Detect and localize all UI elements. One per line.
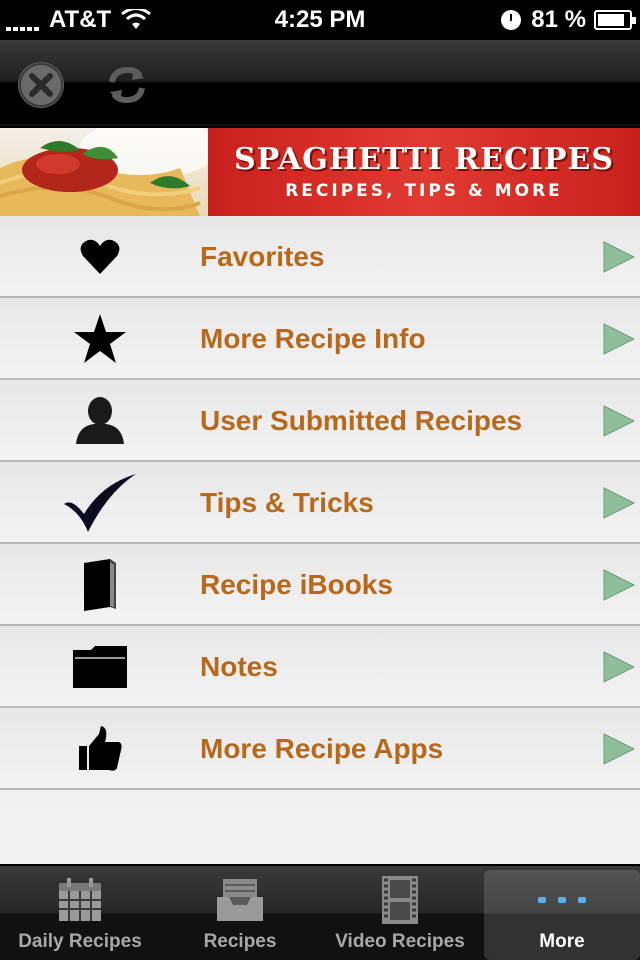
menu-item-recipe-ibooks[interactable]: Recipe iBooks — [0, 544, 640, 626]
menu-item-label: Tips & Tricks — [200, 487, 374, 518]
menu-item-label: Favorites — [200, 241, 325, 272]
book-icon — [60, 553, 140, 617]
tab-label: Recipes — [203, 931, 277, 952]
tab-label: Video Recipes — [335, 931, 465, 952]
menu-item-label: Recipe iBooks — [200, 569, 393, 600]
tab-more[interactable]: More — [484, 870, 640, 960]
menu-item-more-recipe-info[interactable]: More Recipe Info — [0, 298, 640, 380]
menu-item-tips-tricks[interactable]: Tips & Tricks — [0, 462, 640, 544]
menu-item-favorites[interactable]: Favorites — [0, 216, 640, 298]
chevron-right-icon — [603, 569, 636, 601]
menu-item-label: More Recipe Apps — [200, 733, 444, 764]
film-icon — [322, 870, 478, 930]
battery-icon — [594, 10, 636, 30]
star-icon — [60, 307, 140, 371]
tab-daily-recipes[interactable]: Daily Recipes — [2, 870, 158, 960]
battery-percent: 81 % — [531, 6, 586, 33]
menu-item-more-recipe-apps[interactable]: More Recipe Apps — [0, 708, 640, 790]
top-toolbar — [0, 40, 640, 126]
refresh-icon — [109, 66, 145, 104]
tab-label: More — [539, 931, 585, 952]
status-bar: AT&T 4:25 PM 81 % — [0, 0, 640, 40]
chevron-right-icon — [603, 405, 636, 437]
close-button[interactable] — [18, 62, 64, 108]
chevron-right-icon — [603, 323, 636, 355]
user-icon — [60, 389, 140, 453]
banner-title: SPAGHETTI RECIPES — [233, 142, 614, 177]
chevron-right-icon — [603, 241, 636, 273]
chevron-right-icon — [603, 733, 636, 765]
close-icon — [19, 63, 63, 107]
menu-item-user-submitted-recipes[interactable]: User Submitted Recipes — [0, 380, 640, 462]
inbox-icon — [162, 870, 318, 930]
tab-bar: Daily Recipes Recipes Video Recipes More — [0, 864, 640, 960]
more-icon — [484, 870, 640, 930]
menu-list: Favorites More Recipe Info User Submitte… — [0, 216, 640, 864]
menu-item-label: User Submitted Recipes — [200, 405, 523, 436]
menu-item-label: More Recipe Info — [200, 323, 426, 354]
banner-subtitle: RECIPES, TIPS & MORE — [285, 181, 563, 201]
spaghetti-photo — [0, 128, 220, 216]
menu-item-notes[interactable]: Notes — [0, 626, 640, 708]
tab-label: Daily Recipes — [18, 931, 142, 952]
calendar-icon — [2, 870, 158, 930]
thumbs-up-icon — [60, 717, 140, 781]
refresh-button[interactable] — [104, 62, 150, 108]
chevron-right-icon — [603, 651, 636, 683]
tab-video-recipes[interactable]: Video Recipes — [322, 870, 478, 960]
menu-item-label: Notes — [200, 651, 278, 682]
app-banner: SPAGHETTI RECIPES RECIPES, TIPS & MORE — [0, 128, 640, 216]
folder-icon — [60, 635, 140, 699]
heart-icon — [60, 225, 140, 289]
alarm-clock-icon — [501, 10, 522, 30]
chevron-right-icon — [603, 487, 636, 519]
checkmark-icon — [60, 471, 140, 535]
tab-recipes[interactable]: Recipes — [162, 870, 318, 960]
